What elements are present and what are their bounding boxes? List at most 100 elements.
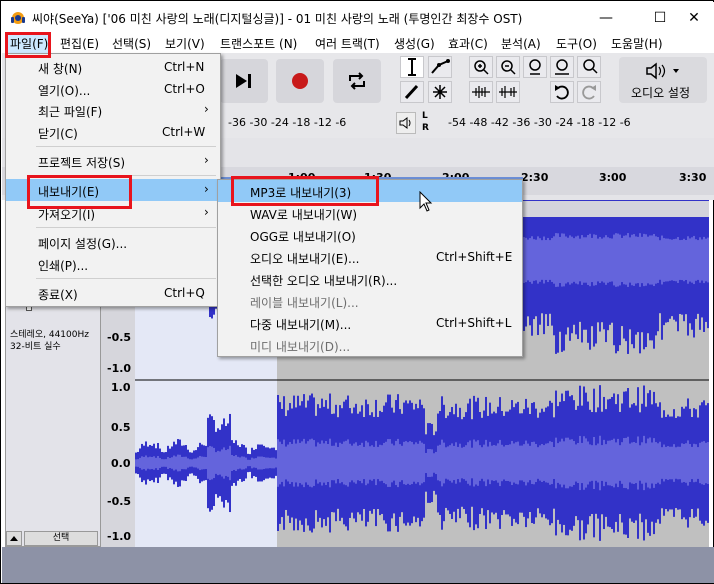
meter-left-channel: L (422, 111, 428, 121)
envelope-icon (431, 59, 450, 74)
multi-tool[interactable] (428, 81, 452, 103)
record-button[interactable] (276, 59, 324, 103)
menu-item-recent-files[interactable]: 최근 파일(F) › (6, 99, 220, 121)
track-bitdepth: 32-비트 실수 (10, 342, 61, 352)
scale-label: -0.5 (107, 495, 132, 508)
zoom-selection-icon (529, 59, 541, 75)
title-bar: 씨야(SeeYa) ['06 미친 사랑의 노래(디지털싱글)] - 01 미친… (2, 2, 714, 32)
silence-audio-icon (499, 86, 517, 98)
loop-button[interactable] (333, 59, 381, 103)
scale-label: -1.0 (107, 530, 132, 543)
record-icon (292, 73, 308, 89)
trim-button[interactable] (469, 81, 493, 103)
menu-item-export-mp3[interactable]: MP3로 내보내기(3) (218, 180, 522, 202)
pencil-icon (404, 84, 419, 100)
menu-help[interactable]: 도움말(H) (611, 35, 663, 52)
undo-button[interactable] (550, 81, 574, 103)
menu-item-exit[interactable]: 종료(X) Ctrl+Q (6, 282, 220, 304)
ruler-tick: 3:00 (599, 171, 627, 184)
menu-item-export-labels: 레이블 내보내기(L)... (250, 296, 359, 310)
ruler-tick: 3:30 (679, 171, 707, 184)
meter-right-channel: R (422, 123, 429, 133)
trim-audio-icon (472, 86, 490, 98)
envelope-tool[interactable] (428, 56, 452, 78)
menu-tracks[interactable]: 여러 트랙(T) (315, 35, 380, 52)
menu-file[interactable]: 파일(F) (7, 33, 52, 54)
triangle-up-icon (10, 536, 18, 541)
menu-analyze[interactable]: 분석(A) (501, 35, 541, 52)
menu-view[interactable]: 보기(V) (165, 35, 205, 52)
submenu-arrow-icon: › (204, 153, 209, 167)
menu-item-save-project[interactable]: 프로젝트 저장(S) › (6, 150, 220, 172)
draw-tool[interactable] (400, 81, 424, 103)
i-beam-icon (408, 58, 416, 76)
playback-meter-button[interactable] (396, 112, 416, 134)
mouse-pointer-icon (419, 191, 433, 212)
menu-item-export-audio[interactable]: 오디오 내보내기(E)... Ctrl+Shift+E (218, 246, 522, 268)
zoom-in-button[interactable] (469, 56, 493, 78)
menu-edit[interactable]: 편집(E) (60, 35, 99, 52)
scale-label: 0.5 (111, 421, 131, 434)
menu-item-page-setup[interactable]: 페이지 설정(G)... (6, 231, 220, 253)
minimize-button[interactable]: — (586, 6, 626, 30)
menu-separator (36, 146, 216, 147)
menu-item-import[interactable]: 가져오기(I) › (6, 202, 220, 224)
ruler-tick: 2:30 (521, 171, 549, 184)
playback-meter-scale: -54 -48 -42 -36 -30 -24 -18 -12 -6 (448, 116, 631, 129)
menu-tools[interactable]: 도구(O) (556, 35, 597, 52)
status-area (2, 547, 714, 583)
submenu-arrow-icon: › (204, 102, 209, 116)
menu-item-close[interactable]: 닫기(C) Ctrl+W (6, 121, 220, 143)
export-submenu: MP3로 내보내기(3) WAV로 내보내기(W) OGG로 내보내기(O) 오… (217, 179, 523, 357)
menu-effect[interactable]: 효과(C) (448, 35, 488, 52)
scale-label: -0.5 (107, 331, 132, 344)
redo-button[interactable] (577, 81, 601, 103)
scale-label: 1.0 (111, 381, 131, 394)
menu-item-export-ogg[interactable]: OGG로 내보내기(O) (218, 224, 522, 246)
redo-icon (582, 85, 596, 100)
menu-item-export-multiple[interactable]: 다중 내보내기(M)... Ctrl+Shift+L (218, 312, 522, 334)
asterisk-icon (433, 85, 447, 99)
audacity-logo-icon (11, 12, 25, 24)
record-meter-scale: -36 -30 -24 -18 -12 -6 (228, 116, 347, 129)
submenu-arrow-icon: › (204, 182, 209, 196)
skip-end-icon (236, 74, 251, 88)
silence-button[interactable] (496, 81, 520, 103)
loop-icon (349, 72, 365, 90)
undo-icon (555, 85, 569, 100)
zoom-toggle-icon (583, 59, 598, 74)
menu-item-export-wav[interactable]: WAV로 내보내기(W) (218, 202, 522, 224)
menu-separator (36, 175, 216, 176)
menu-item-new-window[interactable]: 새 창(N) Ctrl+N (6, 56, 220, 78)
menu-item-export-midi: 미디 내보내기(D)... (250, 340, 351, 354)
menu-item-print[interactable]: 인쇄(P)... (6, 253, 220, 275)
zoom-out-button[interactable] (496, 56, 520, 78)
menu-item-export-selected-audio[interactable]: 선택한 오디오 내보내기(R)... (218, 268, 522, 290)
scale-label: -1.0 (107, 362, 132, 375)
zoom-fit-icon (555, 59, 569, 75)
menu-separator (36, 227, 216, 228)
menu-select[interactable]: 선택(S) (112, 35, 151, 52)
menu-item-open[interactable]: 열기(O)... Ctrl+O (6, 78, 220, 100)
select-track-button[interactable]: 선택 (24, 531, 98, 546)
speaker-small-icon (399, 117, 411, 129)
menu-separator (36, 278, 216, 279)
audio-setup-button[interactable]: 오디오 설정 (619, 57, 707, 103)
zoom-in-icon (474, 60, 489, 75)
collapse-track-button[interactable] (6, 531, 22, 546)
submenu-arrow-icon: › (204, 205, 209, 219)
menu-transport[interactable]: 트랜스포트 (N) (220, 35, 297, 52)
speaker-icon (646, 62, 679, 80)
fit-project-button[interactable] (550, 56, 574, 78)
zoom-out-icon (501, 60, 516, 75)
menu-item-export[interactable]: 내보내기(E) › (6, 179, 220, 201)
menu-generate[interactable]: 생성(G) (394, 35, 435, 52)
skip-to-end-button[interactable] (220, 59, 268, 103)
menu-bar: 파일(F) 편집(E) 선택(S) 보기(V) 트랜스포트 (N) 여러 트랙(… (2, 32, 714, 54)
close-button[interactable]: ✕ (674, 6, 714, 30)
selection-tool[interactable] (400, 56, 424, 78)
zoom-toggle-button[interactable] (577, 56, 601, 78)
window-title: 씨야(SeeYa) ['06 미친 사랑의 노래(디지털싱글)] - 01 미친… (32, 12, 523, 26)
app-window: 씨야(SeeYa) ['06 미친 사랑의 노래(디지털싱글)] - 01 미친… (0, 0, 714, 584)
fit-selection-button[interactable] (523, 56, 547, 78)
